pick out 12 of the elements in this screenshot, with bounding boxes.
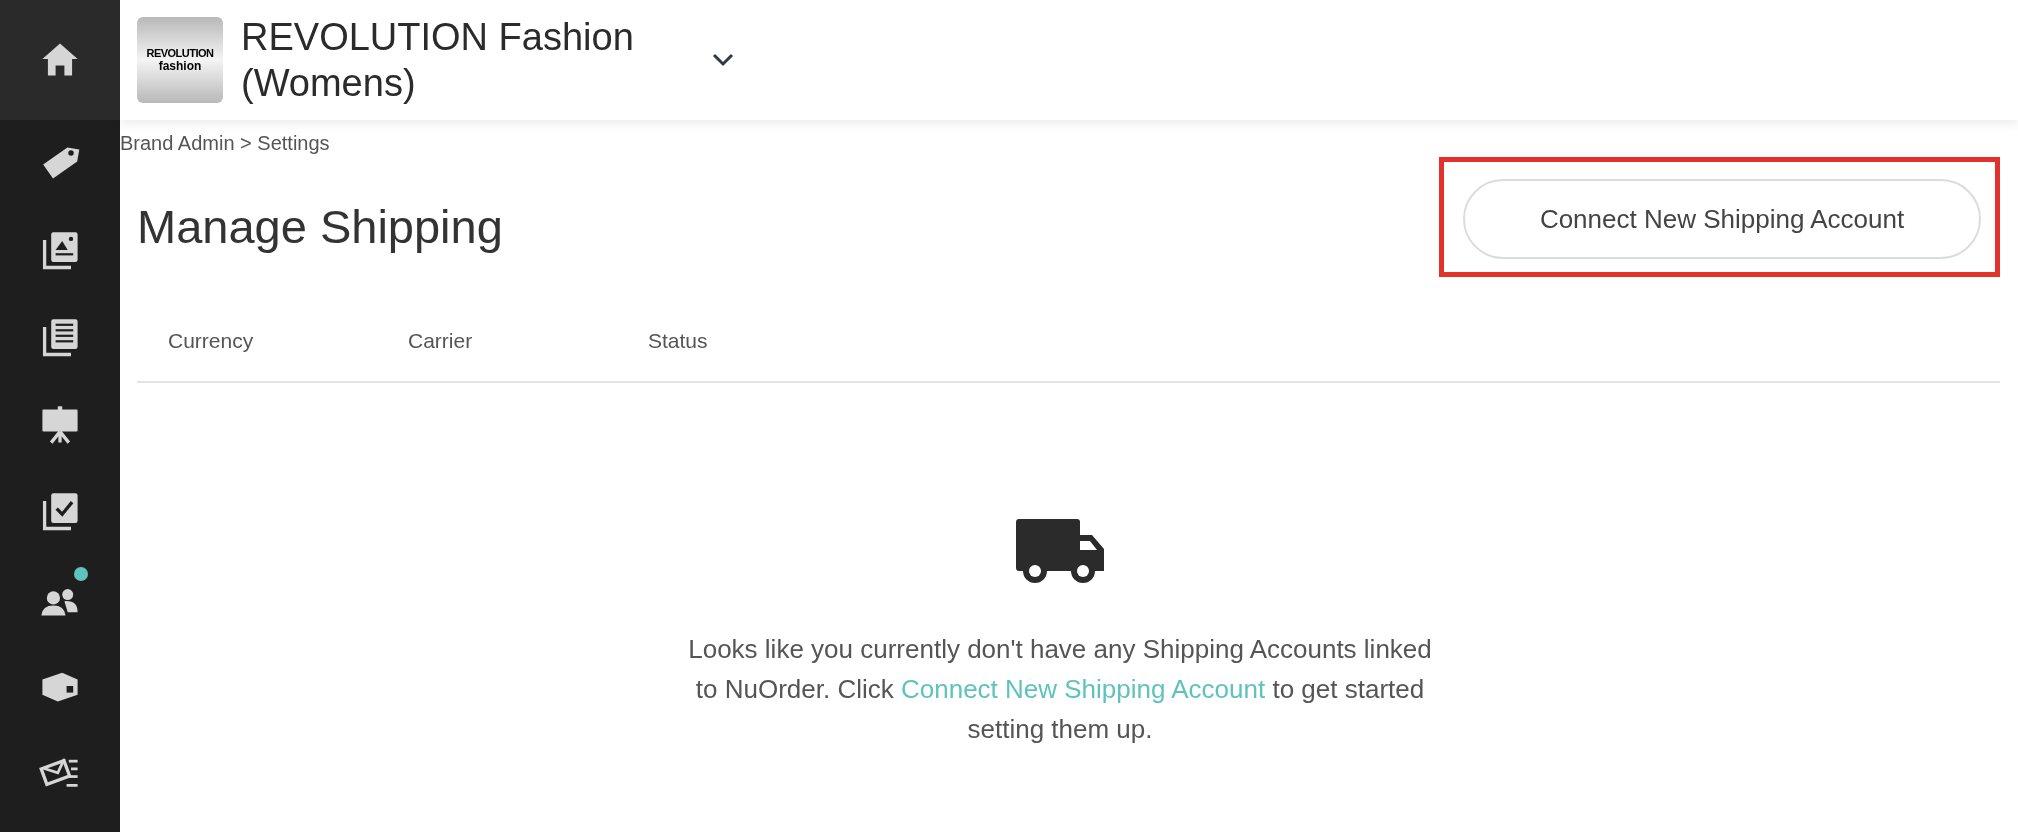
truck-icon	[1016, 519, 1104, 585]
empty-state-message: Looks like you currently don't have any Shipping Accounts linked to NuOrder. Click Connect New Shipping Account to get started setting them up.	[687, 633, 1433, 746]
brand-name: REVOLUTION Fashion (Womens)	[241, 15, 635, 106]
brand-logo: REVOLUTION fashion	[137, 17, 223, 103]
breadcrumb: Brand Admin > Settings	[120, 132, 331, 155]
column-header: Carrier	[408, 329, 474, 353]
sidebar-item[interactable]	[0, 0, 120, 120]
page-title: Manage Shipping	[137, 199, 503, 254]
chevron-down-icon[interactable]	[711, 52, 735, 68]
column-header: Currency	[168, 329, 255, 353]
connect-account-button[interactable]: Connect New Shipping Account	[1463, 179, 1981, 259]
column-header: Status	[648, 329, 709, 353]
